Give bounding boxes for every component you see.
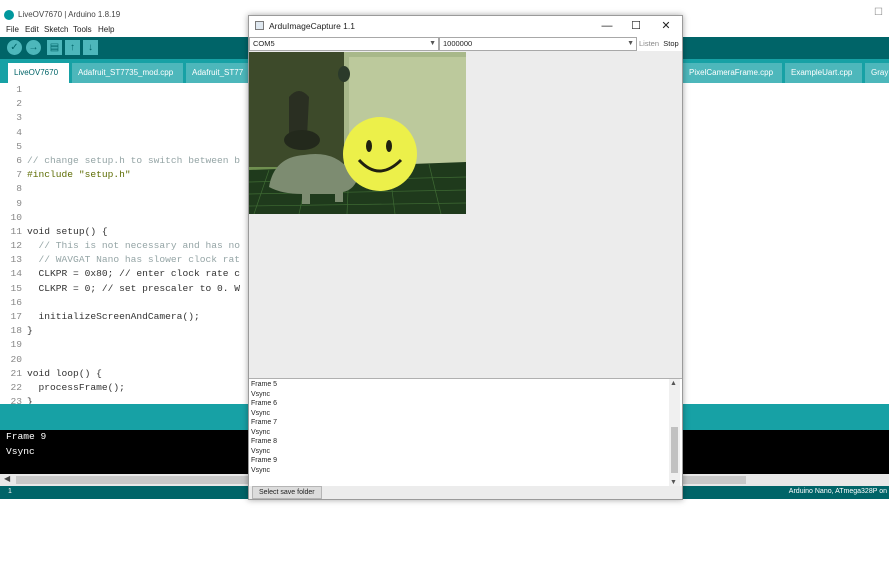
line-number: 1: [16, 84, 22, 95]
arduimagecapture-window: ArduImageCapture 1.1 — ☐ ✕ COM5 ▼ 100000…: [248, 15, 683, 500]
line-number: 8: [16, 183, 22, 195]
close-button[interactable]: ✕: [652, 18, 680, 34]
log-line: Vsync: [251, 466, 271, 474]
line-number: 19: [10, 339, 22, 351]
scrollbar-thumb[interactable]: [671, 427, 678, 473]
line-number: 13: [10, 254, 22, 266]
log-line: Frame 7: [251, 419, 278, 426]
listen-button[interactable]: Listen: [638, 37, 660, 51]
new-button[interactable]: ▤: [47, 40, 62, 55]
capture-titlebar: ArduImageCapture 1.1 — ☐ ✕: [249, 16, 682, 37]
menu-edit[interactable]: Edit: [25, 25, 39, 34]
log-line: Vsync: [251, 390, 271, 398]
line-number: 4: [16, 126, 22, 138]
check-icon: ✓: [10, 42, 19, 53]
scroll-left-icon[interactable]: ◀: [4, 474, 10, 483]
close-icon: ✕: [661, 20, 671, 32]
maximize-icon: ☐: [631, 20, 641, 32]
baud-value: 1000000: [443, 39, 473, 48]
log-line: Vsync: [251, 409, 271, 417]
tab-adafruit-st77[interactable]: Adafruit_ST77: [186, 63, 252, 83]
scroll-up-icon[interactable]: ▲: [670, 380, 677, 387]
line-number: 11: [10, 225, 22, 237]
ide-window-title: LiveOV7670 | Arduino 1.8.19: [18, 10, 121, 19]
line-number: 22: [10, 381, 22, 393]
line-number: 14: [10, 268, 22, 280]
verify-button[interactable]: ✓: [7, 40, 22, 55]
menu-file[interactable]: File: [6, 25, 19, 34]
port-value: COM5: [253, 39, 275, 48]
baud-select[interactable]: 1000000 ▼: [439, 37, 637, 51]
open-button[interactable]: ↑: [65, 40, 80, 55]
board-indicator: Arduino Nano, ATmega328P on: [788, 488, 887, 495]
capture-window-title: ArduImageCapture 1.1: [269, 21, 355, 31]
arrow-up-icon: ↑: [70, 42, 75, 53]
log-line: Frame 6: [251, 400, 278, 407]
line-indicator: 1: [8, 488, 12, 495]
line-number: 5: [16, 140, 22, 152]
tab-pixel-camera-frame[interactable]: PixelCameraFrame.cpp: [683, 63, 783, 83]
tab-liveov7670[interactable]: LiveOV7670: [8, 63, 70, 83]
line-number: 12: [10, 240, 22, 252]
camera-frame-image: [249, 52, 466, 214]
select-save-folder-button[interactable]: Select save folder: [252, 486, 322, 499]
line-number: 6: [16, 154, 22, 166]
port-select[interactable]: COM5 ▼: [249, 37, 439, 51]
line-number: 17: [10, 311, 22, 322]
log-line: Frame 9: [251, 457, 278, 464]
maximize-icon[interactable]: ☐: [874, 7, 883, 18]
line-number: 9: [16, 197, 22, 209]
arduino-logo-icon: [4, 10, 14, 20]
capture-controls: COM5 ▼ 1000000 ▼ Listen Stop: [249, 37, 682, 51]
new-file-icon: ▤: [49, 42, 60, 53]
log-line: Vsync: [251, 428, 271, 436]
upload-button[interactable]: →: [26, 40, 41, 55]
log-line: Frame 8: [251, 438, 278, 445]
chevron-down-icon: ▼: [627, 40, 634, 47]
scroll-down-icon[interactable]: ▼: [670, 479, 677, 486]
line-number: 20: [10, 353, 22, 365]
log-line: Frame 5: [251, 381, 278, 388]
serial-log[interactable]: Frame 5 Vsync Frame 6 Vsync Frame 7 Vsyn…: [249, 378, 682, 487]
line-number-gutter: 1 2 3 4 5 6 7 8 9 10 11 12 13 14 15 16 17 18 19 20 21 22 23: [0, 83, 22, 404]
log-vertical-scrollbar[interactable]: ▲ ▼: [669, 379, 680, 487]
line-number: 23: [10, 396, 22, 404]
line-number: 15: [10, 282, 22, 294]
line-number: 21: [10, 367, 22, 379]
line-number: 2: [16, 98, 22, 110]
line-number: 3: [16, 112, 22, 124]
line-number: 16: [10, 296, 22, 308]
tab-example-uart[interactable]: ExampleUart.cpp: [785, 63, 863, 83]
arrow-down-icon: ↓: [88, 42, 93, 53]
stop-button[interactable]: Stop: [660, 37, 682, 51]
app-icon: [255, 21, 264, 30]
line-number: 7: [16, 169, 22, 181]
tab-adafruit-st7735-mod[interactable]: Adafruit_ST7735_mod.cpp: [72, 63, 184, 83]
maximize-button[interactable]: ☐: [622, 18, 650, 34]
minimize-button[interactable]: —: [593, 18, 621, 34]
line-number: 10: [10, 211, 22, 223]
arrow-right-icon: →: [28, 42, 39, 53]
log-line: Vsync: [251, 447, 271, 455]
minimize-icon: —: [601, 20, 613, 32]
line-number: 18: [10, 325, 22, 337]
tab-gray[interactable]: Gray: [865, 63, 889, 83]
capture-bottom-bar: Select save folder: [249, 486, 682, 499]
menu-sketch[interactable]: Sketch: [44, 25, 68, 34]
save-button[interactable]: ↓: [83, 40, 98, 55]
menu-tools[interactable]: Tools: [73, 25, 92, 34]
chevron-down-icon: ▼: [429, 40, 436, 47]
log-lines: Frame 5 Vsync Frame 6 Vsync Frame 7 Vsyn…: [251, 380, 277, 475]
menu-help[interactable]: Help: [98, 25, 114, 34]
camera-frame-picture: [249, 52, 466, 214]
